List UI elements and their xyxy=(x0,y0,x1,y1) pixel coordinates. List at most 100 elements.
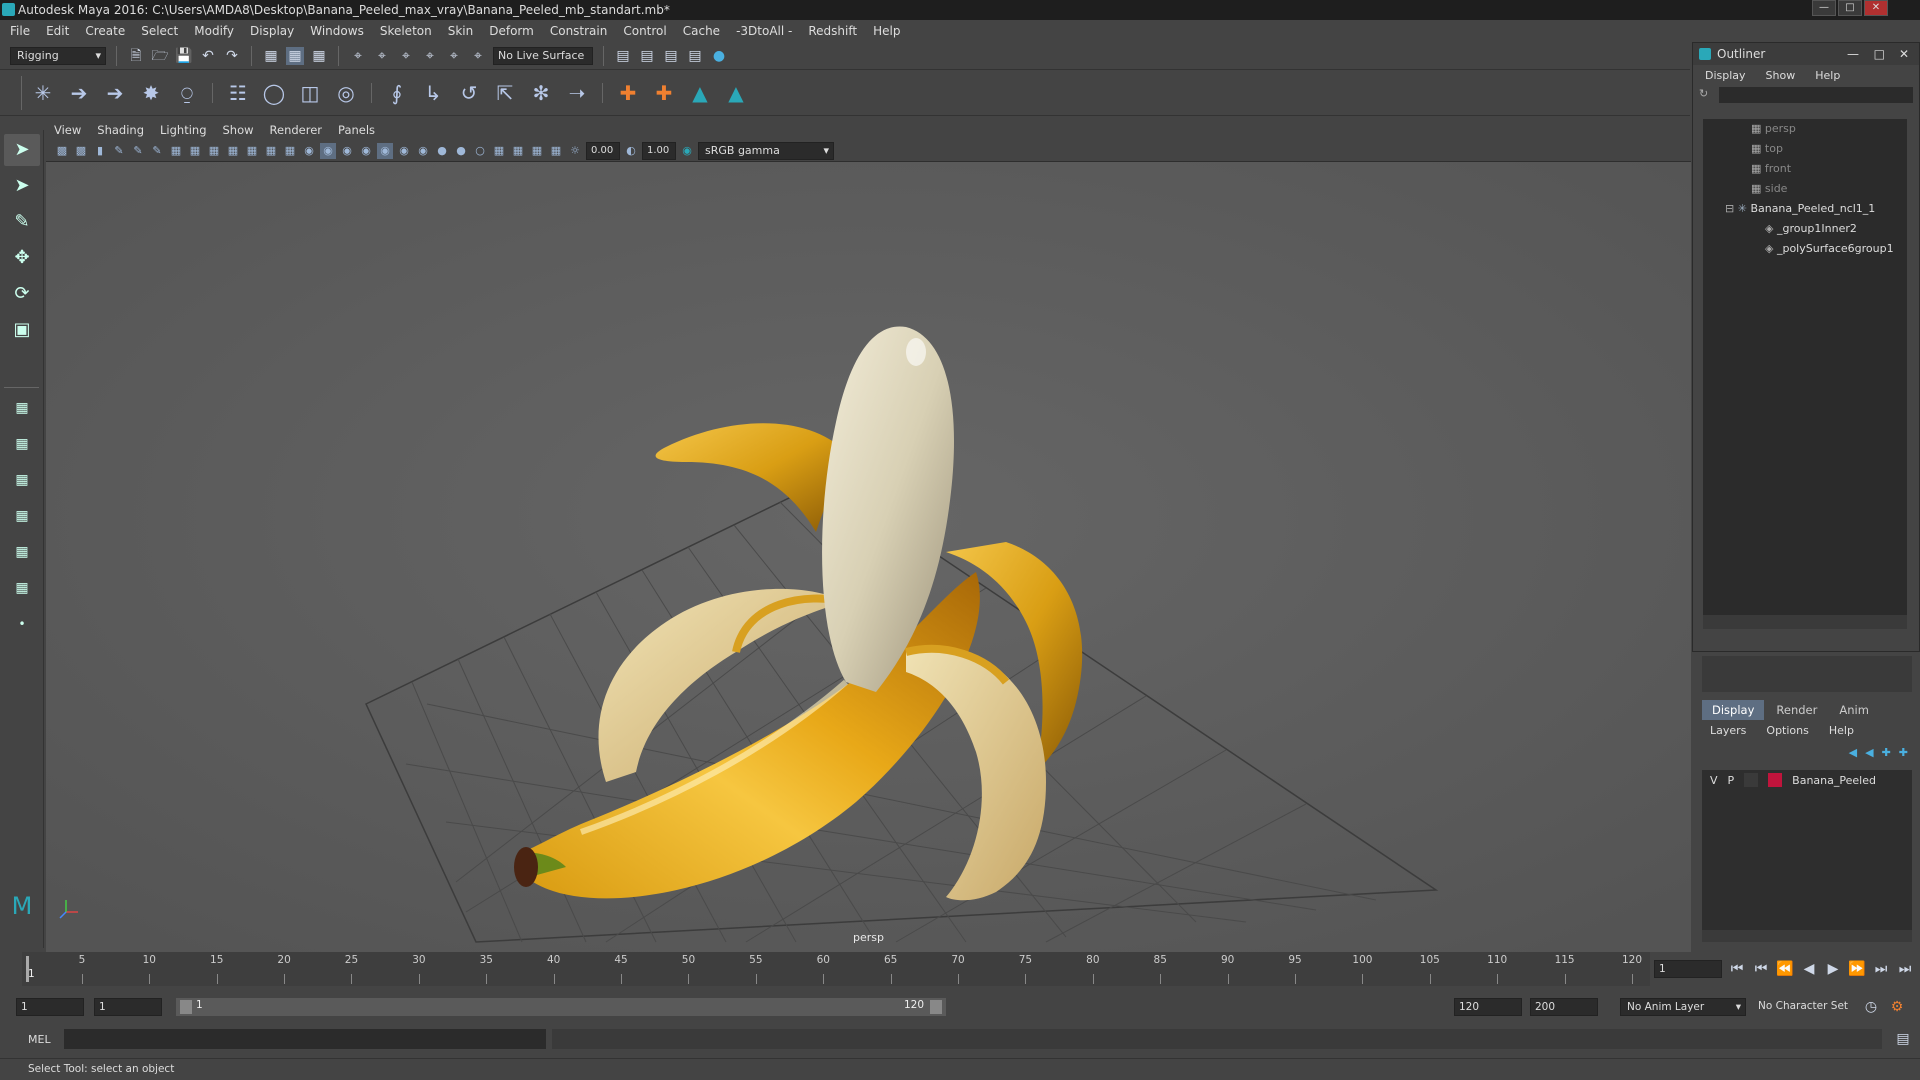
color-space-dropdown[interactable]: sRGB gamma ▾ xyxy=(698,141,834,160)
2d-pan-zoom-icon[interactable]: ✎ xyxy=(130,143,146,159)
perspective-viewport[interactable]: persp xyxy=(46,162,1691,952)
go-to-end-icon[interactable]: ⏭ xyxy=(1896,960,1914,978)
uv-editor-layout-icon[interactable]: ▦ xyxy=(4,572,40,604)
mirror-joint-icon[interactable]: ⍜ xyxy=(172,78,202,108)
exposure-icon[interactable]: ☼ xyxy=(567,143,583,159)
lattice-icon[interactable]: ◫ xyxy=(295,78,325,108)
shadows-icon[interactable]: ◉ xyxy=(396,143,412,159)
maya-tool-icon[interactable]: ▲ xyxy=(685,78,715,108)
wireframe-on-shaded-icon[interactable]: ◉ xyxy=(339,143,355,159)
gamma-field[interactable]: 1.00 xyxy=(642,141,676,160)
maximize-icon[interactable]: □ xyxy=(1874,43,1885,65)
bookmark-icon[interactable]: ▮ xyxy=(92,143,108,159)
anim-end-field[interactable]: 200 xyxy=(1530,998,1598,1016)
layer-color-swatch[interactable] xyxy=(1768,773,1783,787)
xray-icon[interactable]: ▦ xyxy=(510,143,526,159)
menu-deform[interactable]: Deform xyxy=(489,24,534,38)
list-item[interactable]: ▦ side xyxy=(1703,179,1907,199)
command-input[interactable] xyxy=(64,1029,546,1049)
layer-playback[interactable]: P xyxy=(1728,774,1735,787)
menu-file[interactable]: File xyxy=(10,24,30,38)
set-driven-key-icon[interactable]: ✚ xyxy=(649,78,679,108)
xray-components-icon[interactable]: ▦ xyxy=(548,143,564,159)
parent-constraint-icon[interactable]: ✻ xyxy=(526,78,556,108)
menu-select[interactable]: Select xyxy=(141,24,178,38)
undo-icon[interactable]: ↶ xyxy=(199,47,217,65)
list-item[interactable]: ▦ persp xyxy=(1703,119,1907,139)
rotate-tool-icon[interactable]: ⟳ xyxy=(4,278,40,310)
start-time-field[interactable]: 1 xyxy=(16,998,84,1016)
film-gate-icon[interactable]: ▦ xyxy=(187,143,203,159)
snap-grid-icon[interactable]: ⌖ xyxy=(349,47,367,65)
layer-type[interactable] xyxy=(1744,773,1759,787)
open-scene-icon[interactable]: 🗁 xyxy=(151,47,169,65)
new-layer-icon[interactable]: ✚ xyxy=(1882,746,1891,759)
panel-menu-lighting[interactable]: Lighting xyxy=(160,123,206,137)
ik-spline-icon[interactable]: ➔ xyxy=(100,78,130,108)
use-all-lights-icon[interactable]: ◉ xyxy=(377,142,393,159)
cluster-icon[interactable]: ◎ xyxy=(331,78,361,108)
lasso-tool-icon[interactable]: ➤ xyxy=(4,170,40,202)
menu-help[interactable]: Help xyxy=(873,24,900,38)
collapse-icon[interactable]: ⊟ xyxy=(1725,202,1734,215)
panel-menu-view[interactable]: View xyxy=(54,123,81,137)
tab-anim[interactable]: Anim xyxy=(1829,700,1879,720)
paint-select-icon[interactable]: ✎ xyxy=(4,206,40,238)
snap-curve-icon[interactable]: ⌖ xyxy=(373,47,391,65)
menu-create[interactable]: Create xyxy=(85,24,125,38)
range-start-handle[interactable] xyxy=(180,1000,192,1014)
panel-menu-show[interactable]: Show xyxy=(223,123,254,137)
layer-row[interactable]: V P Banana_Peeled xyxy=(1702,770,1912,790)
toolbox-more-icon[interactable]: • xyxy=(4,608,40,640)
menu-constrain[interactable]: Constrain xyxy=(550,24,608,38)
joint-tool-icon[interactable]: ✳ xyxy=(28,78,58,108)
select-tool-icon[interactable]: ➤ xyxy=(4,134,40,166)
command-language-label[interactable]: MEL xyxy=(28,1033,51,1046)
render-settings-icon[interactable]: ▤ xyxy=(686,47,704,65)
menu-cache[interactable]: Cache xyxy=(683,24,720,38)
select-component-icon[interactable]: ▦ xyxy=(310,47,328,65)
save-scene-icon[interactable]: 💾 xyxy=(175,47,193,65)
gate-mask-icon[interactable]: ▦ xyxy=(225,143,241,159)
minimize-button[interactable]: — xyxy=(1812,0,1836,16)
ik-handle-icon[interactable]: ➔ xyxy=(64,78,94,108)
field-chart-icon[interactable]: ▦ xyxy=(244,143,260,159)
menu-windows[interactable]: Windows xyxy=(310,24,364,38)
xray-joints-icon[interactable]: ▦ xyxy=(529,143,545,159)
grease-pencil-icon[interactable]: ✎ xyxy=(149,143,165,159)
outliner-menu-show[interactable]: Show xyxy=(1766,69,1796,82)
render-frame-icon[interactable]: ▤ xyxy=(638,47,656,65)
list-item[interactable]: ⊟ ✳ Banana_Peeled_ncl1_1 xyxy=(1703,199,1907,219)
close-button[interactable]: ✕ xyxy=(1864,0,1888,16)
textured-icon[interactable]: ◉ xyxy=(358,143,374,159)
single-perspective-layout-icon[interactable]: ▦ xyxy=(4,392,40,424)
layer-visibility[interactable]: V xyxy=(1710,774,1718,787)
multisample-icon[interactable]: ● xyxy=(453,143,469,159)
move-tool-icon[interactable]: ✥ xyxy=(4,242,40,274)
menu-modify[interactable]: Modify xyxy=(194,24,234,38)
hypershade-icon[interactable]: ● xyxy=(710,47,728,65)
current-time-marker[interactable] xyxy=(26,956,29,982)
minimize-icon[interactable]: — xyxy=(1847,43,1859,65)
anim-start-field[interactable]: 1 xyxy=(94,998,162,1016)
panel-menu-renderer[interactable]: Renderer xyxy=(270,123,323,137)
panel-menu-panels[interactable]: Panels xyxy=(338,123,375,137)
menu-3dtoall[interactable]: -3DtoAll - xyxy=(736,24,792,38)
gamma-icon[interactable]: ◐ xyxy=(623,143,639,159)
camera-attributes-icon[interactable]: ▩ xyxy=(73,143,89,159)
scale-tool-icon[interactable]: ▣ xyxy=(4,314,40,346)
preferences-icon[interactable]: ⚙ xyxy=(1888,998,1906,1016)
paint-weights-icon[interactable]: ◯ xyxy=(259,78,289,108)
tab-render[interactable]: Render xyxy=(1766,700,1827,720)
move-layer-up-icon[interactable]: ◀ xyxy=(1849,746,1857,759)
play-forwards-icon[interactable]: ▶ xyxy=(1824,960,1842,978)
layer-menu-layers[interactable]: Layers xyxy=(1710,724,1746,737)
character-set-dropdown[interactable]: No Character Set xyxy=(1752,998,1864,1016)
list-item[interactable]: ◈ _group1Inner2 xyxy=(1703,219,1907,239)
step-back-key-icon[interactable]: ⏮ xyxy=(1752,960,1770,978)
live-surface-field[interactable]: No Live Surface xyxy=(493,46,593,65)
menu-edit[interactable]: Edit xyxy=(46,24,69,38)
horizontal-scrollbar[interactable] xyxy=(1702,930,1912,942)
resolution-gate-icon[interactable]: ▦ xyxy=(206,143,222,159)
safe-action-icon[interactable]: ▦ xyxy=(263,143,279,159)
